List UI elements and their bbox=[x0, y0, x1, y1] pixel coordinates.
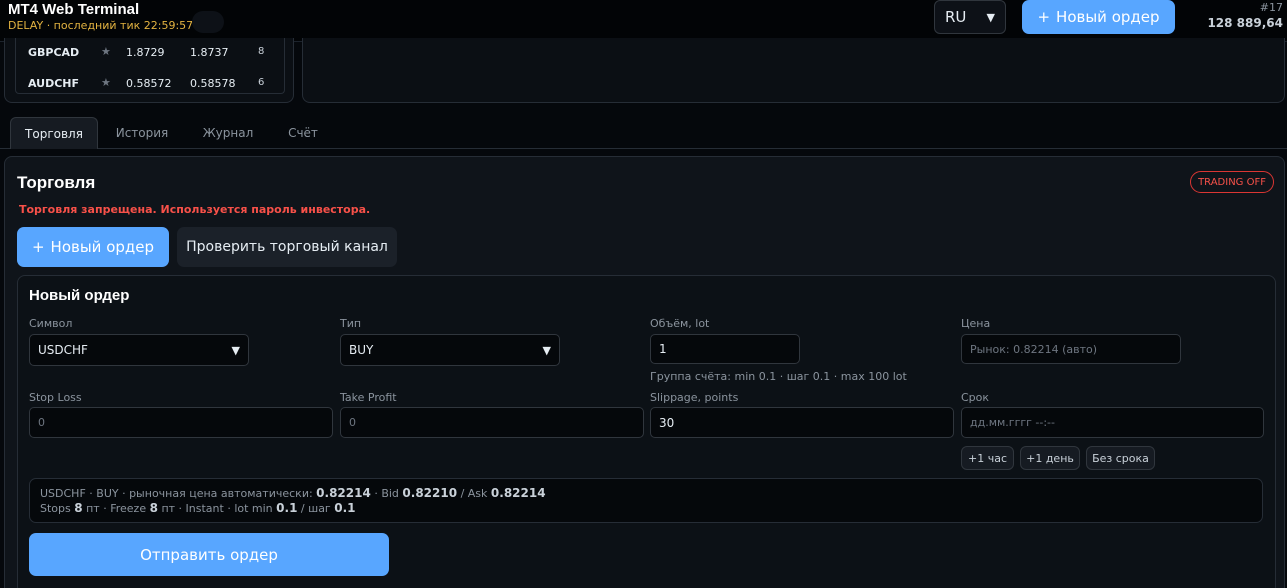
symbol-select[interactable]: USDCHF ▼ bbox=[29, 334, 249, 366]
quote-symbol: AUDCHF bbox=[28, 77, 80, 90]
summary-lot-step: 0.1 bbox=[334, 501, 356, 515]
quote-ask: 1.8737 bbox=[190, 46, 229, 59]
summary-bid: 0.82210 bbox=[402, 486, 458, 500]
trade-warning: Торговля запрещена. Используется пароль … bbox=[19, 203, 371, 216]
trading-status-badge: TRADING OFF bbox=[1190, 171, 1274, 193]
order-type-value: BUY bbox=[349, 343, 374, 357]
tab-journal[interactable]: Журнал bbox=[192, 117, 264, 149]
quote-symbol: GBPCAD bbox=[28, 46, 80, 59]
quote-row[interactable]: AUDCHF ★ 0.58572 0.58578 6 bbox=[16, 69, 286, 97]
expiry-none-button[interactable]: Без срока bbox=[1086, 446, 1155, 470]
volume-input[interactable]: 1 bbox=[650, 334, 800, 364]
chart-panel bbox=[302, 38, 1285, 103]
tab-history[interactable]: История bbox=[106, 117, 178, 149]
summary-ask-label: / Ask bbox=[460, 487, 488, 500]
take-profit-label: Take Profit bbox=[340, 391, 397, 404]
price-label: Цена bbox=[961, 317, 991, 330]
expiry-label: Срок bbox=[961, 391, 990, 404]
account-balance: 128 889,64 bbox=[1207, 16, 1283, 30]
connection-status: DELAY · последний тик 22:59:57 bbox=[8, 19, 194, 32]
symbol-value: USDCHF bbox=[38, 343, 88, 357]
plus-icon: + bbox=[31, 238, 45, 256]
summary-market-price: 0.82214 bbox=[316, 486, 371, 500]
new-order-label: Новый ордер bbox=[50, 238, 155, 256]
slippage-input[interactable]: 30 bbox=[650, 407, 954, 438]
chevron-down-icon: ▼ bbox=[231, 343, 240, 357]
type-label: Тип bbox=[340, 317, 362, 330]
expiry-input[interactable]: дд.мм.гггг --:-- bbox=[961, 407, 1264, 438]
order-form-title: Новый ордер bbox=[29, 287, 130, 304]
summary-line-price: USDCHF · BUY · рыночная цена автоматичес… bbox=[40, 486, 1252, 501]
stop-loss-input[interactable]: 0 bbox=[29, 407, 333, 438]
tab-account[interactable]: Счёт bbox=[274, 117, 332, 149]
stop-loss-label: Stop Loss bbox=[29, 391, 82, 404]
summary-step-label: / шаг bbox=[300, 502, 331, 515]
summary-ask: 0.82214 bbox=[490, 486, 546, 500]
quote-bid: 1.8729 bbox=[126, 46, 165, 59]
language-value: RU bbox=[945, 8, 967, 26]
summary-line-limits: Stops 8 пт · Freeze 8 пт · Instant · lot… bbox=[40, 501, 1252, 516]
check-channel-button[interactable]: Проверить торговый канал bbox=[177, 227, 397, 267]
language-select[interactable]: RU ▼ bbox=[934, 0, 1006, 34]
main-tabs: Торговля История Журнал Счёт bbox=[0, 117, 1287, 149]
expiry-plus-day-button[interactable]: +1 день bbox=[1020, 446, 1080, 470]
order-type-select[interactable]: BUY ▼ bbox=[340, 334, 560, 366]
trade-panel: Торговля TRADING OFF Торговля запрещена.… bbox=[4, 156, 1285, 588]
summary-stops-label: Stops bbox=[40, 502, 71, 515]
summary-prefix: USDCHF · BUY · рыночная цена автоматичес… bbox=[40, 487, 313, 500]
status-indicator bbox=[192, 11, 224, 33]
summary-lot-min: 0.1 bbox=[276, 501, 298, 515]
take-profit-input[interactable]: 0 bbox=[340, 407, 644, 438]
volume-label: Объём, lot bbox=[650, 317, 710, 330]
tab-trade[interactable]: Торговля bbox=[10, 117, 98, 149]
trade-title: Торговля bbox=[17, 173, 96, 192]
symbol-label: Символ bbox=[29, 317, 73, 330]
quote-spread: 6 bbox=[258, 77, 265, 88]
star-icon[interactable]: ★ bbox=[101, 45, 111, 58]
chevron-down-icon: ▼ bbox=[986, 10, 995, 24]
header-new-order-label: Новый ордер bbox=[1056, 8, 1160, 26]
slippage-label: Slippage, points bbox=[650, 391, 739, 404]
summary-mode-label: пт · Instant · lot min bbox=[161, 502, 273, 515]
expiry-plus-hour-button[interactable]: +1 час bbox=[961, 446, 1014, 470]
account-number: #17 bbox=[1259, 1, 1283, 14]
market-watch-panel: GBPCAD ★ 1.8729 1.8737 8 AUDCHF ★ 0.5857… bbox=[4, 38, 294, 103]
new-order-button[interactable]: + Новый ордер bbox=[17, 227, 169, 267]
price-input[interactable]: Рынок: 0.82214 (авто) bbox=[961, 334, 1181, 364]
header-new-order-button[interactable]: + Новый ордер bbox=[1022, 0, 1175, 34]
plus-icon: + bbox=[1037, 8, 1051, 26]
quote-row[interactable]: GBPCAD ★ 1.8729 1.8737 8 bbox=[16, 38, 286, 66]
app-title: MT4 Web Terminal bbox=[8, 1, 140, 18]
chevron-down-icon: ▼ bbox=[542, 343, 551, 357]
app-header: MT4 Web Terminal DELAY · последний тик 2… bbox=[0, 0, 1287, 42]
quote-ask: 0.58578 bbox=[190, 77, 236, 90]
order-summary: USDCHF · BUY · рыночная цена автоматичес… bbox=[29, 478, 1263, 523]
market-watch-table: GBPCAD ★ 1.8729 1.8737 8 AUDCHF ★ 0.5857… bbox=[15, 38, 285, 94]
summary-stops: 8 bbox=[74, 501, 83, 515]
quote-spread: 8 bbox=[258, 46, 265, 57]
summary-freeze: 8 bbox=[149, 501, 158, 515]
summary-bid-label: · Bid bbox=[374, 487, 399, 500]
star-icon[interactable]: ★ bbox=[101, 76, 111, 89]
volume-hint: Группа счёта: min 0.1 · шаг 0.1 · max 10… bbox=[650, 370, 907, 383]
summary-freeze-label: пт · Freeze bbox=[86, 502, 147, 515]
quote-bid: 0.58572 bbox=[126, 77, 172, 90]
submit-order-button[interactable]: Отправить ордер bbox=[29, 533, 389, 576]
new-order-form: Новый ордер Символ USDCHF ▼ Тип BUY ▼ Об… bbox=[17, 275, 1276, 588]
